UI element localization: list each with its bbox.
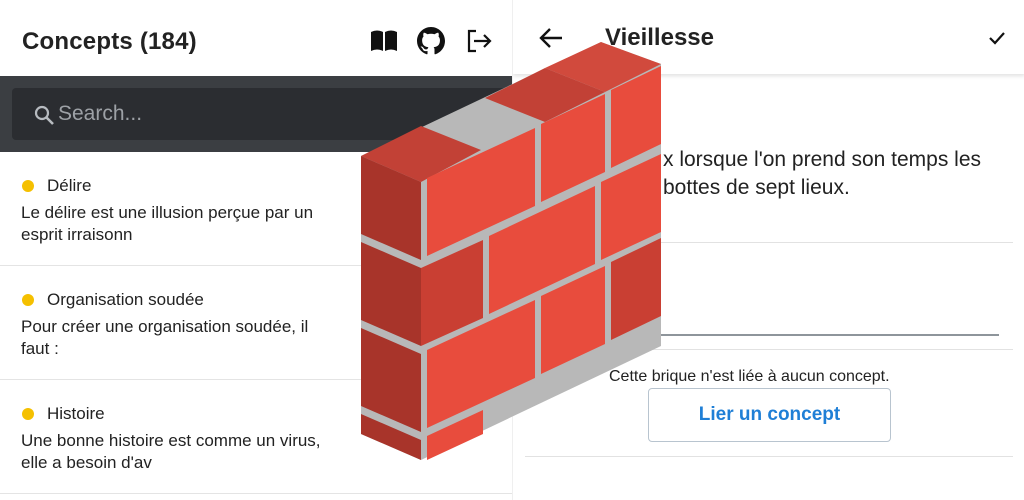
status-dot-icon [22,408,34,420]
link-concept-button[interactable]: Lier un concept [648,388,891,442]
concept-description: Une bonne histoire est comme un virus, e… [21,431,321,472]
page-title: Concepts (184) [22,28,197,55]
concept-title: Organisation soudée [47,290,204,309]
search-icon [33,104,55,126]
brick-content[interactable]: x lorsque l'on prend son temps les botte… [663,146,1023,202]
concept-title: Délire [47,176,92,195]
concept-title: Histoire [47,404,105,423]
status-dot-icon [22,180,34,192]
status-dot-icon [22,294,34,306]
concept-description: Le délire est une illusion perçue par un… [21,203,314,244]
check-icon[interactable] [987,28,1007,48]
brick-wall-logo [361,42,661,460]
concept-description: Pour créer une organisation soudée, il f… [21,317,309,358]
